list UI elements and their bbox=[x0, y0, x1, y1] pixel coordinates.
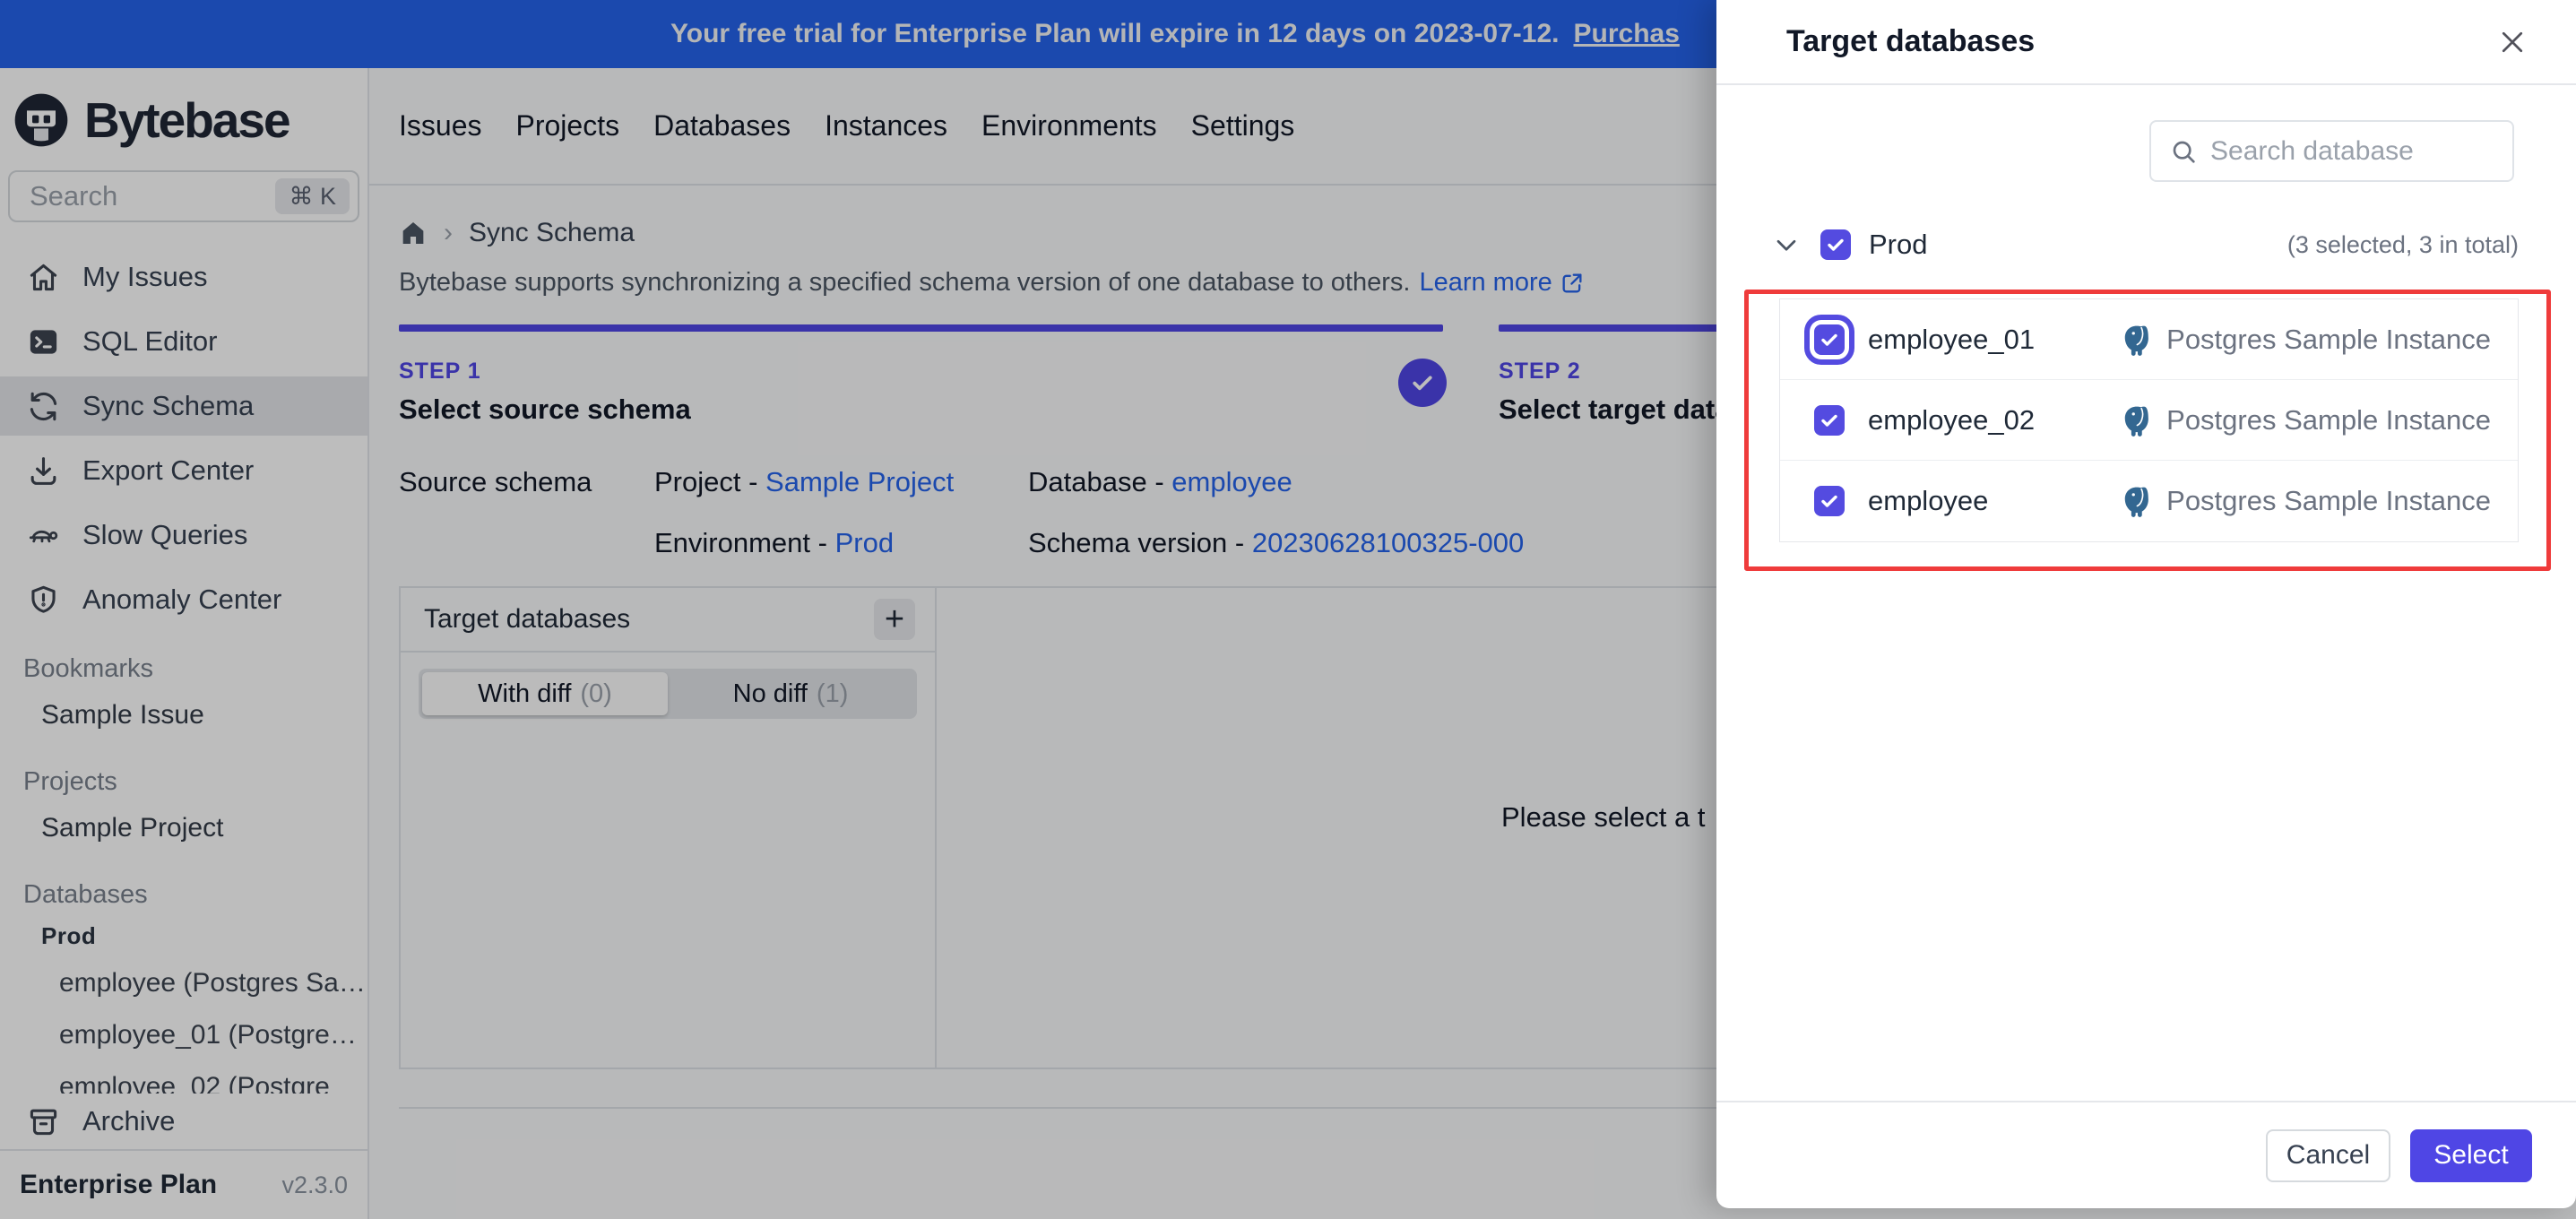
database-list: employee_01 Postgres Sample Instance emp… bbox=[1779, 298, 2519, 542]
page-root: Your free trial for Enterprise Plan will… bbox=[0, 0, 2576, 1219]
check-icon bbox=[1821, 333, 1837, 346]
target-databases-drawer: Target databases Prod (3 selected, 3 in … bbox=[1716, 0, 2576, 1208]
postgres-icon bbox=[2124, 406, 2149, 437]
environment-group-row: Prod (3 selected, 3 in total) bbox=[1770, 229, 2519, 261]
selection-summary: (3 selected, 3 in total) bbox=[2286, 230, 2519, 258]
database-instance: Postgres Sample Instance bbox=[2121, 484, 2491, 518]
drawer-header: Target databases bbox=[1716, 0, 2576, 85]
employee-02-checkbox[interactable] bbox=[1814, 404, 1845, 436]
group-name: Prod bbox=[1869, 229, 1928, 260]
database-instance: Postgres Sample Instance bbox=[2121, 323, 2491, 357]
database-name: employee_02 bbox=[1868, 403, 2036, 436]
close-button[interactable] bbox=[2494, 23, 2531, 61]
check-icon bbox=[1821, 495, 1837, 507]
drawer-title: Target databases bbox=[1786, 24, 2036, 58]
drawer-body: Prod (3 selected, 3 in total) employee_0… bbox=[1716, 85, 2576, 1101]
employee-checkbox[interactable] bbox=[1814, 486, 1845, 516]
search-icon bbox=[2173, 141, 2195, 163]
database-search-input[interactable] bbox=[2210, 135, 2494, 167]
database-row-employee-01[interactable]: employee_01 Postgres Sample Instance bbox=[1780, 299, 2518, 380]
postgres-icon bbox=[2124, 325, 2149, 356]
drawer-footer: Cancel Select bbox=[1716, 1101, 2576, 1208]
database-row-employee-02[interactable]: employee_02 Postgres Sample Instance bbox=[1780, 380, 2518, 461]
chevron-down-icon[interactable] bbox=[1770, 229, 1802, 261]
employee-01-checkbox[interactable] bbox=[1814, 324, 1845, 355]
close-icon bbox=[2502, 31, 2523, 52]
database-name: employee bbox=[1868, 485, 1989, 516]
postgres-icon bbox=[2124, 487, 2149, 517]
database-search[interactable] bbox=[2149, 120, 2514, 182]
database-row-employee[interactable]: employee Postgres Sample Instance bbox=[1780, 461, 2518, 541]
check-icon bbox=[1828, 238, 1844, 251]
check-icon bbox=[1821, 414, 1837, 427]
cancel-button[interactable]: Cancel bbox=[2266, 1128, 2390, 1182]
prod-group-checkbox[interactable] bbox=[1820, 229, 1851, 260]
database-instance: Postgres Sample Instance bbox=[2121, 403, 2491, 437]
select-button[interactable]: Select bbox=[2410, 1128, 2532, 1182]
database-name: employee_01 bbox=[1868, 323, 2036, 355]
